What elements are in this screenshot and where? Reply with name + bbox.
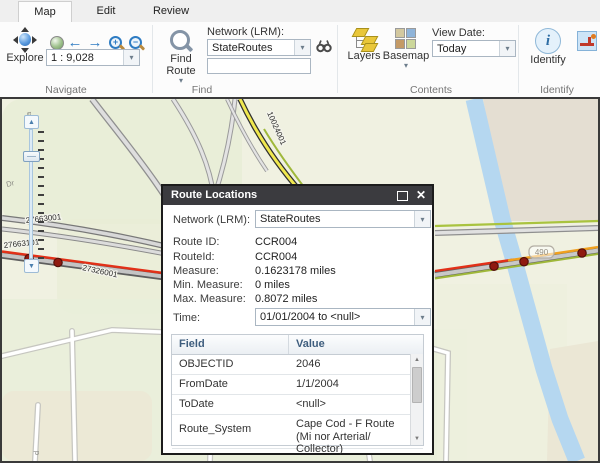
close-icon[interactable]: ✕ xyxy=(416,186,426,205)
value-cell: 1/1/2004 xyxy=(289,375,411,394)
chevron-down-icon[interactable]: ▾ xyxy=(499,41,515,56)
binoculars-icon xyxy=(316,39,332,53)
dialog-title: Route Locations xyxy=(171,189,257,201)
table-row[interactable]: ToDate <null> xyxy=(172,395,423,415)
attribute-table: Field Value OBJECTID 2046 FromDate 1/1/2… xyxy=(171,334,424,446)
field-cell: FromDate xyxy=(172,375,289,394)
scrollbar-thumb[interactable] xyxy=(412,367,422,403)
value-column-header: Value xyxy=(289,335,423,354)
measure-label: Measure: xyxy=(173,265,219,277)
value-cell: Cape Cod - F Route (Mi nor Arterial/ Col… xyxy=(289,415,411,448)
route-id-value: CCR004 xyxy=(255,236,297,248)
search-routes-button[interactable] xyxy=(316,39,332,56)
info-dot-icon xyxy=(591,34,596,39)
view-date-value: Today xyxy=(433,41,499,56)
chevron-down-icon[interactable]: ▾ xyxy=(414,309,430,325)
measure-value: 0.1623178 miles xyxy=(255,265,336,277)
explore-icon xyxy=(13,28,37,52)
chevron-down-icon[interactable]: ▾ xyxy=(294,40,310,55)
ribbon: Explore ← → + − 1 : 9,028 ▾ Navigate Fin… xyxy=(0,22,600,97)
layers-button[interactable]: Layers xyxy=(344,28,384,62)
globe-icon xyxy=(50,36,64,50)
map-scale-combobox[interactable]: 1 : 9,028 ▾ xyxy=(46,49,140,66)
value-cell: 2046 xyxy=(289,355,411,374)
time-value: 01/01/2004 to <null> xyxy=(256,309,414,325)
dialog-network-combobox[interactable]: StateRoutes ▾ xyxy=(255,210,431,228)
zoom-slider-track[interactable] xyxy=(29,129,33,259)
route-id-input[interactable] xyxy=(207,58,311,74)
value-cell: <null> xyxy=(289,395,411,414)
dialog-titlebar[interactable]: Route Locations ✕ xyxy=(163,186,432,205)
network-lrm-value: StateRoutes xyxy=(208,40,294,55)
network-lrm-combobox[interactable]: StateRoutes ▾ xyxy=(207,39,311,56)
view-date-combobox[interactable]: Today ▾ xyxy=(432,40,516,57)
identify-button[interactable]: i Identify xyxy=(526,28,570,66)
scroll-down-icon[interactable]: ▼ xyxy=(411,433,423,445)
tab-edit[interactable]: Edit xyxy=(80,1,132,21)
explore-label: Explore xyxy=(6,52,43,64)
table-row[interactable]: Route_System Cape Cod - F Route (Mi nor … xyxy=(172,415,423,449)
tab-map[interactable]: Map xyxy=(18,1,72,23)
dialog-network-label: Network (LRM): xyxy=(173,214,250,226)
identify-label: Identify xyxy=(530,54,565,66)
slider-zoom-out-button[interactable]: ▼ xyxy=(24,259,39,273)
view-date-label: View Date: xyxy=(432,27,485,39)
dialog-network-value: StateRoutes xyxy=(256,211,414,227)
field-cell: OBJECTID xyxy=(172,355,289,374)
scroll-up-icon[interactable]: ▲ xyxy=(411,354,423,366)
group-separator xyxy=(518,25,519,93)
time-combobox[interactable]: 01/01/2004 to <null> ▾ xyxy=(255,308,431,326)
route-line-icon xyxy=(580,43,594,46)
maximize-icon[interactable] xyxy=(397,191,408,201)
find-route-icon xyxy=(169,29,193,53)
group-separator xyxy=(152,25,153,93)
field-cell: ToDate xyxy=(172,395,289,414)
explore-button[interactable]: Explore xyxy=(2,28,48,64)
svg-text:d: d xyxy=(32,451,41,455)
ribbon-tabbar: Map Edit Review xyxy=(0,0,600,23)
route-locations-dialog: Route Locations ✕ Network (LRM): StateRo… xyxy=(161,184,434,455)
table-header: Field Value xyxy=(172,335,423,355)
network-lrm-label: Network (LRM): xyxy=(207,26,284,38)
chevron-down-icon: ▾ xyxy=(179,77,183,84)
map-scale-value: 1 : 9,028 xyxy=(47,50,123,65)
tab-review[interactable]: Review xyxy=(142,1,200,21)
time-label: Time: xyxy=(173,312,200,324)
min-measure-value: 0 miles xyxy=(255,279,290,291)
find-group-label: Find xyxy=(152,84,252,96)
identify-group-label: Identify xyxy=(532,84,582,96)
table-scrollbar[interactable]: ▲ ▼ xyxy=(410,354,423,445)
max-measure-value: 0.8072 miles xyxy=(255,293,317,305)
field-cell: Route_System xyxy=(172,415,289,448)
max-measure-label: Max. Measure: xyxy=(173,293,246,305)
contents-group-label: Contents xyxy=(381,84,481,96)
layers-icon xyxy=(352,28,376,50)
table-row[interactable]: OBJECTID 2046 xyxy=(172,355,423,375)
identify-icon: i xyxy=(535,28,561,54)
group-separator xyxy=(337,25,338,93)
svg-text:490: 490 xyxy=(535,248,549,257)
routeid-label: RouteId: xyxy=(173,251,215,263)
find-route-label: Find Route xyxy=(164,53,198,77)
routeid-value: CCR004 xyxy=(255,251,297,263)
table-row[interactable]: FromDate 1/1/2004 xyxy=(172,375,423,395)
field-column-header: Field xyxy=(172,335,289,354)
chevron-down-icon[interactable]: ▾ xyxy=(414,211,430,227)
basemap-button[interactable]: Basemap ▾ xyxy=(384,28,428,69)
route-shield-490: 490 xyxy=(529,246,554,258)
navigate-group-label: Navigate xyxy=(20,84,112,96)
identify-route-locations-button[interactable] xyxy=(577,31,597,51)
zoom-slider[interactable]: ▲ ▼ xyxy=(24,115,44,275)
slider-zoom-in-button[interactable]: ▲ xyxy=(24,115,39,129)
min-measure-label: Min. Measure: xyxy=(173,279,243,291)
find-route-button[interactable]: Find Route ▾ xyxy=(160,29,202,84)
zoom-slider-handle[interactable] xyxy=(23,151,40,162)
chevron-down-icon[interactable]: ▾ xyxy=(123,50,139,65)
route-id-label: Route ID: xyxy=(173,236,219,248)
svg-text:10024001: 10024001 xyxy=(265,110,288,147)
route-line-icon xyxy=(588,37,591,46)
chevron-down-icon: ▾ xyxy=(404,62,408,69)
basemap-icon xyxy=(395,28,417,50)
